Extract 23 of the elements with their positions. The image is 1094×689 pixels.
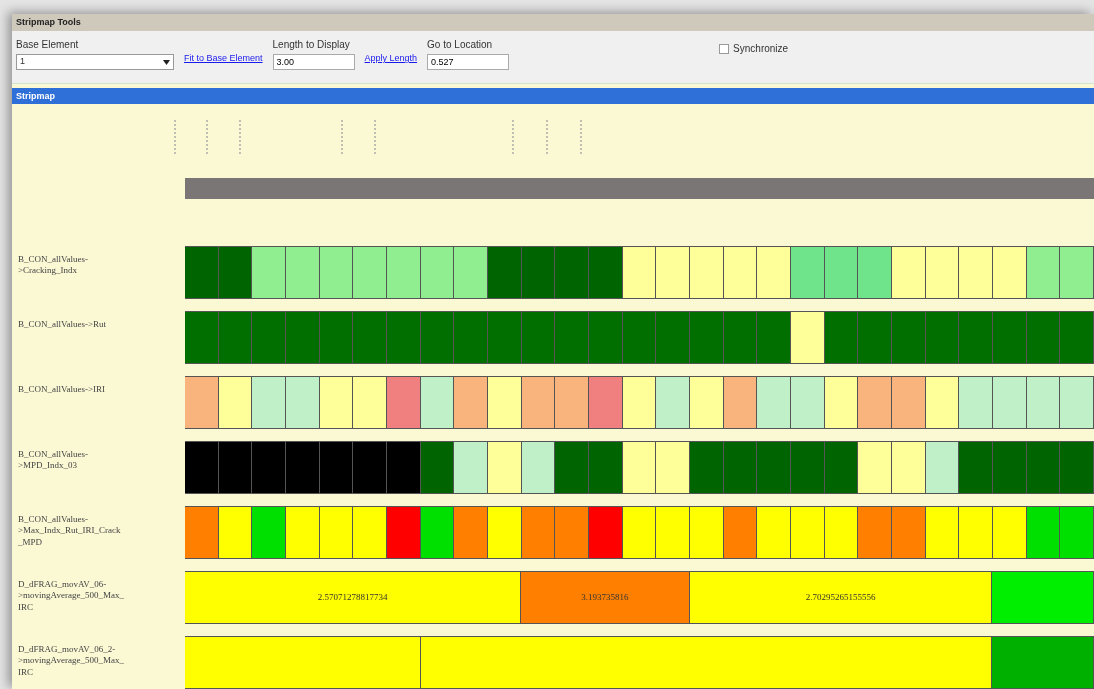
segment-value: 3.193735816	[581, 590, 629, 604]
length-field[interactable]: 3.00	[272, 54, 355, 70]
panel-title-bar: Stripmap	[12, 88, 1094, 105]
dropdown-caret-icon	[163, 59, 170, 65]
strip-label: D_dFRAG_movAV_06->movingAverage_500_Max_IRC	[17, 578, 125, 614]
segment-value: 2.70295265155556	[805, 590, 876, 604]
apply-link[interactable]: Apply Length	[364, 52, 418, 66]
field-label: Length to Display	[272, 38, 351, 52]
strip-label: B_CON_allValues->Max_Indx_Rut_IRI_Crack_MPD	[17, 513, 122, 549]
fit-link[interactable]: Fit to Base Element	[184, 52, 263, 66]
field-label: Base Element	[16, 38, 80, 52]
field-label: Go to Location	[427, 38, 494, 52]
strip-label: B_CON_allValues->Rut	[17, 318, 108, 331]
strip-label: B_CON_allValues->Cracking_Indx	[17, 253, 89, 278]
checkbox-label: Synchronize	[733, 42, 789, 56]
strip-label: D_dFRAG_movAV_06_2->movingAverage_500_Max_IRC	[17, 643, 125, 679]
strip-label: B_CON_allValues->MPD_Indx_03	[17, 448, 89, 473]
synchronize-checkbox[interactable]	[719, 43, 730, 54]
window-title: Stripmap Tools	[12, 14, 1094, 31]
segment-value: 2.57071278817734	[317, 590, 388, 604]
location-field[interactable]: 0.527	[427, 54, 510, 70]
base-element-select[interactable]: 1	[16, 54, 174, 70]
strip-label: B_CON_allValues->IRI	[17, 383, 107, 396]
